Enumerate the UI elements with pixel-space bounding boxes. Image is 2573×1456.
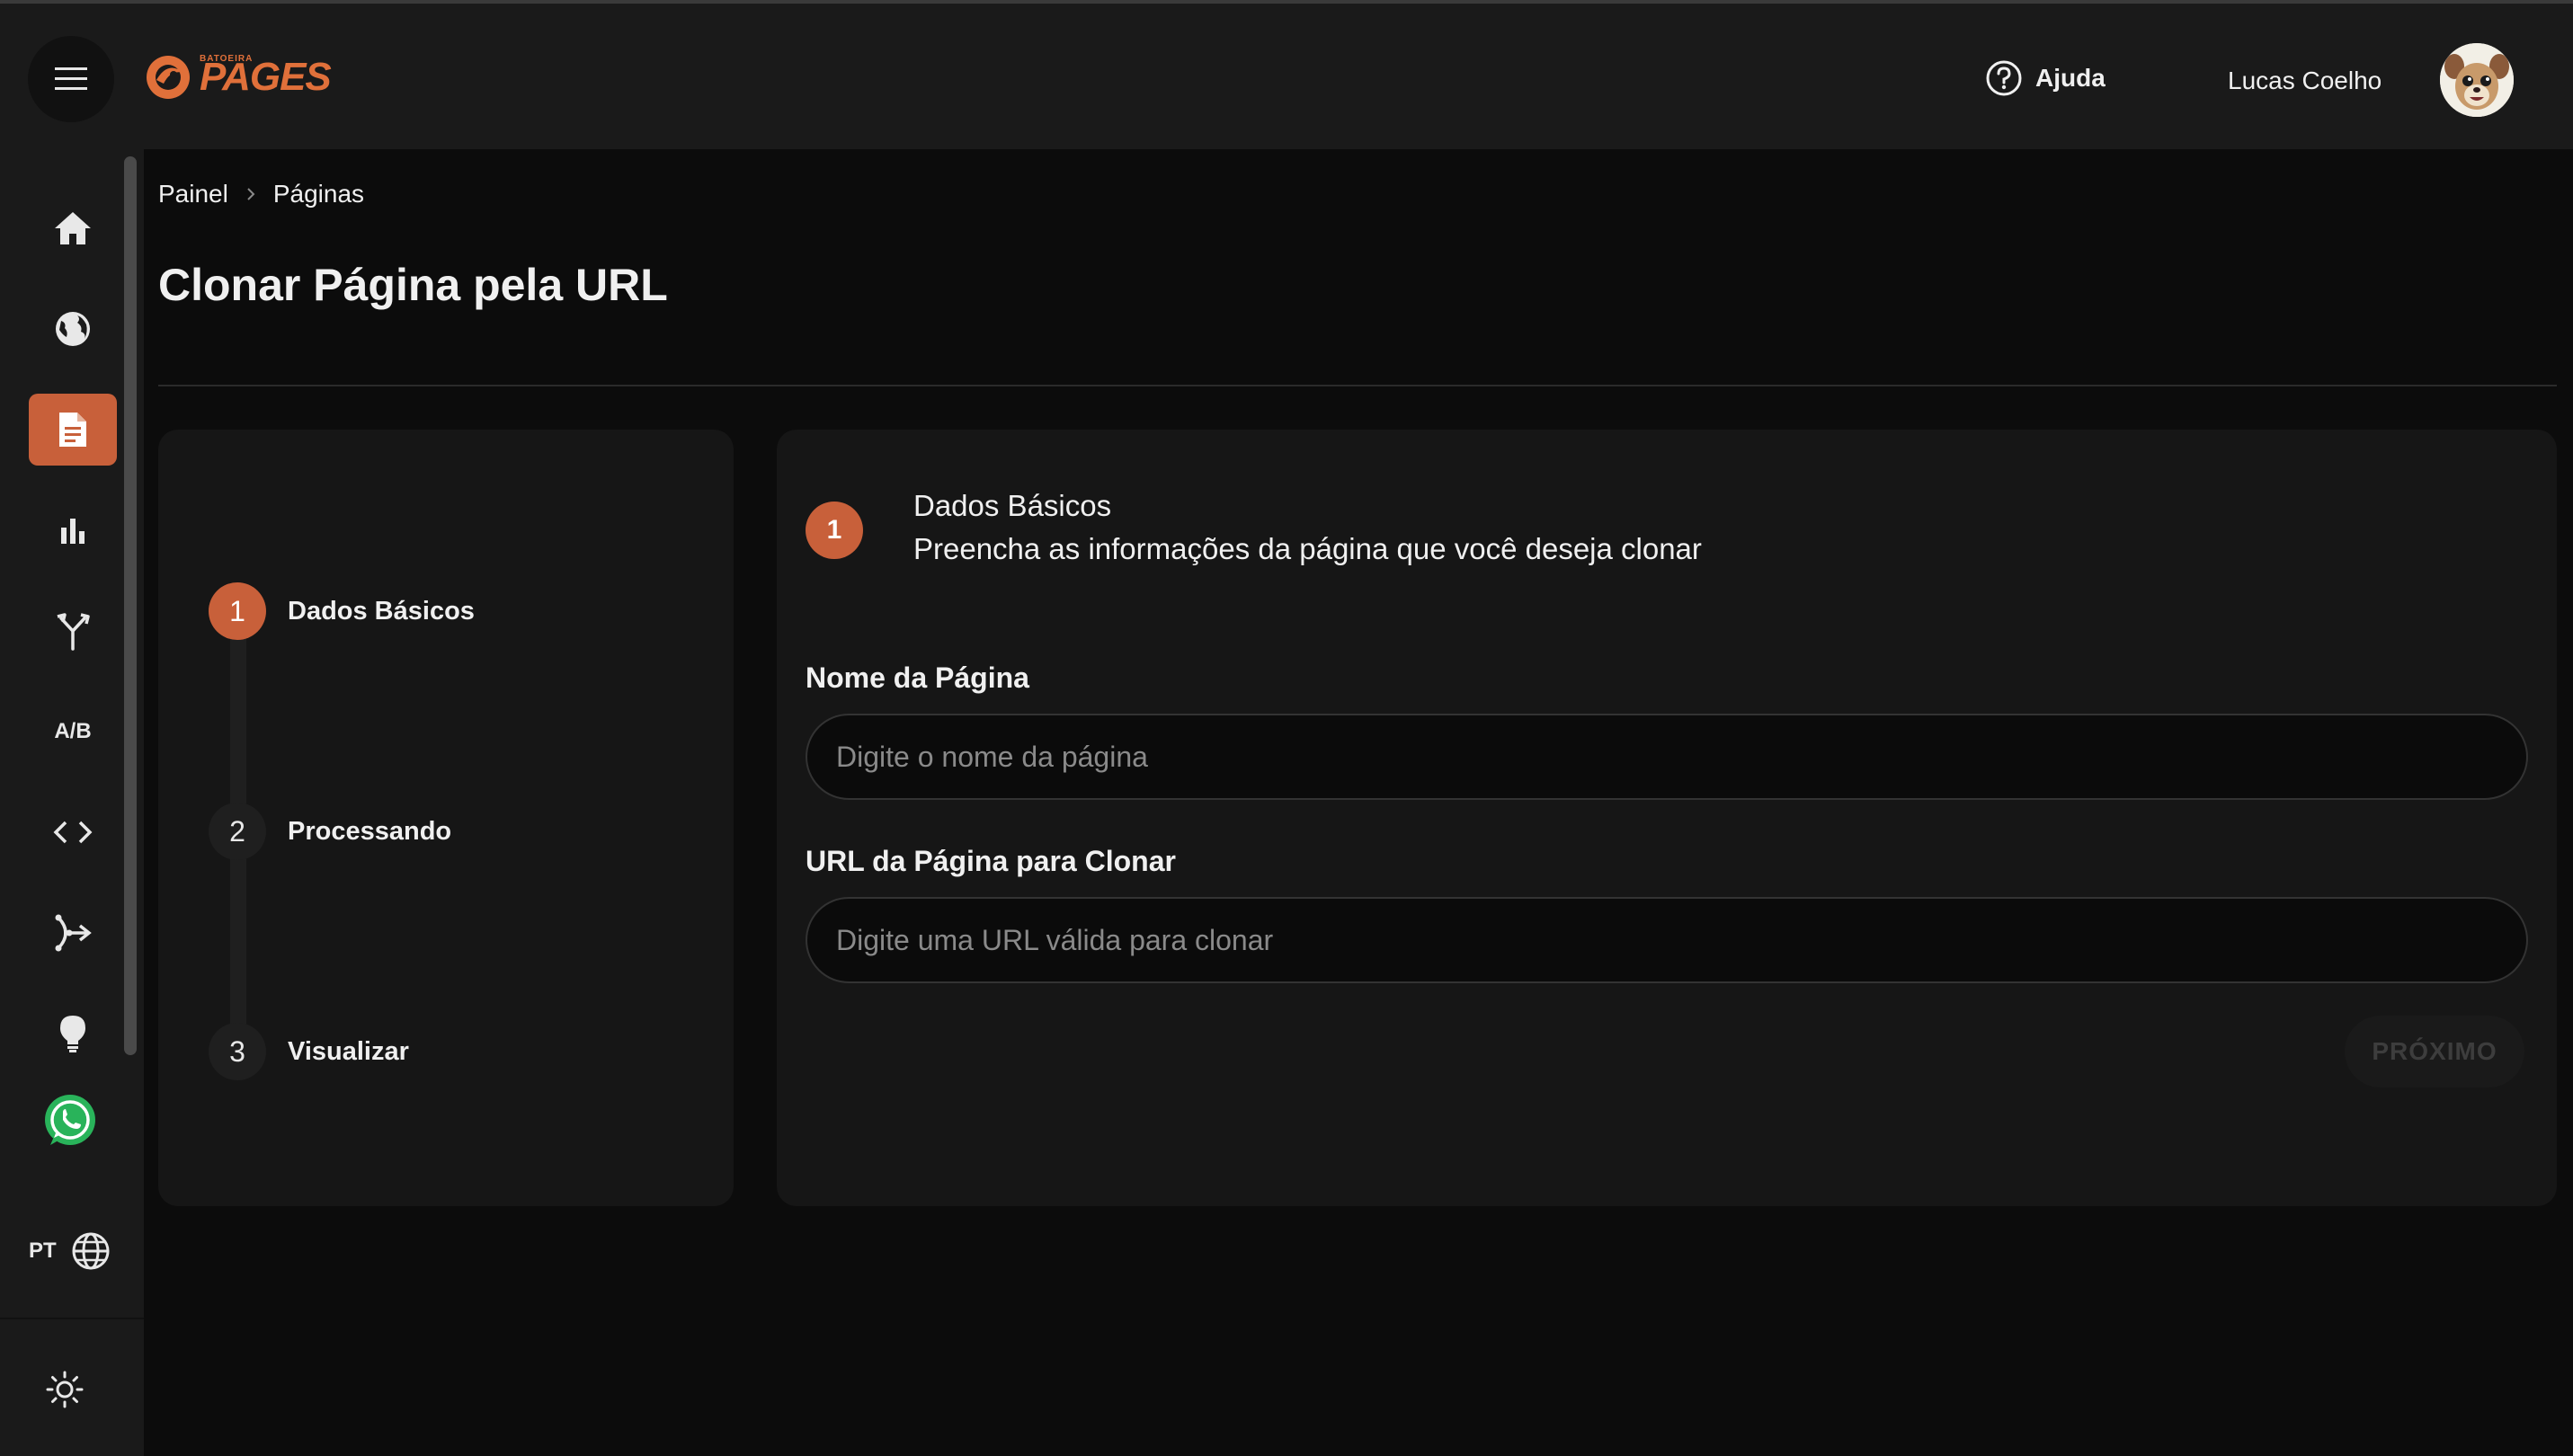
webhook-icon: [55, 914, 92, 952]
language-selector[interactable]: PT: [29, 1231, 111, 1271]
sidebar-item-domains[interactable]: [29, 293, 117, 365]
code-icon: [53, 821, 93, 844]
sidebar-item-ab-tests[interactable]: A/B: [29, 696, 117, 768]
sidebar: A/B PT: [0, 149, 144, 1456]
hamburger-icon: [55, 67, 87, 90]
step-processando[interactable]: 2 Processando: [209, 803, 451, 860]
sidebar-item-analytics[interactable]: [29, 494, 117, 566]
form-step-title: Dados Básicos: [913, 489, 1112, 522]
step-number: 1: [209, 582, 266, 640]
sidebar-item-home[interactable]: [29, 192, 117, 264]
home-icon: [55, 212, 91, 244]
form-step-description: Preencha as informações da página que vo…: [913, 532, 1702, 565]
help-label: Ajuda: [2035, 64, 2106, 92]
ab-test-label: A/B: [54, 719, 92, 743]
sidebar-item-ideas[interactable]: [29, 998, 117, 1070]
step-number: 3: [209, 1023, 266, 1080]
document-icon: [59, 413, 86, 447]
stepper-card: 1 Dados Básicos 2 Processando 3 Visualiz…: [158, 430, 734, 1206]
user-name[interactable]: Lucas Coelho: [2228, 67, 2382, 95]
step-visualizar[interactable]: 3 Visualizar: [209, 1023, 409, 1080]
logo-small-text: BATOEIRA: [200, 54, 254, 64]
step-label: Dados Básicos: [288, 596, 475, 626]
step-number: 2: [209, 803, 266, 860]
logo-mark-icon: [147, 56, 190, 99]
logo[interactable]: BATOEIRA PAGES: [144, 50, 332, 104]
next-button[interactable]: PRÓXIMO: [2345, 1016, 2524, 1088]
sidebar-item-whatsapp[interactable]: [27, 1086, 113, 1158]
clone-url-input[interactable]: [806, 897, 2528, 983]
chevron-right-icon: [247, 188, 255, 200]
sidebar-item-scripts[interactable]: [29, 796, 117, 868]
menu-button[interactable]: [28, 36, 114, 122]
breadcrumb: Painel Páginas: [158, 180, 364, 209]
page-name-label: Nome da Página: [806, 661, 1029, 694]
avatar-image: [2440, 43, 2514, 117]
step-dados-basicos[interactable]: 1 Dados Básicos: [209, 582, 475, 640]
step-label: Processando: [288, 816, 452, 846]
lightbulb-icon: [60, 1016, 85, 1052]
bar-chart-icon: [61, 519, 85, 544]
sidebar-item-funnels[interactable]: [29, 595, 117, 667]
form-step-badge: 1: [806, 502, 863, 559]
clone-url-label: URL da Página para Clonar: [806, 845, 1176, 877]
split-icon: [57, 613, 90, 651]
help-circle-icon: [1986, 60, 2022, 96]
avatar[interactable]: [2440, 43, 2514, 117]
whatsapp-icon: [45, 1095, 95, 1145]
globe-outline-icon: [72, 1232, 110, 1270]
sidebar-scrollbar[interactable]: [124, 156, 137, 1055]
breadcrumb-item-paginas[interactable]: Páginas: [273, 180, 364, 209]
step-label: Visualizar: [288, 1036, 409, 1066]
theme-toggle-button[interactable]: [45, 1370, 85, 1414]
breadcrumb-item-painel[interactable]: Painel: [158, 180, 228, 209]
top-bar: BATOEIRA PAGES Ajuda Lucas Coelho: [0, 0, 2573, 149]
sun-icon: [46, 1371, 84, 1408]
help-button[interactable]: Ajuda: [1985, 59, 2106, 97]
header-divider: [158, 385, 2557, 386]
sidebar-item-pages[interactable]: [29, 394, 117, 466]
sidebar-divider: [0, 1318, 144, 1319]
language-code: PT: [29, 1238, 57, 1263]
app-root: BATOEIRA PAGES Ajuda Lucas Coelho A/B PT…: [0, 0, 2573, 1456]
form-card: 1 Dados Básicos Preencha as informações …: [777, 430, 2557, 1206]
sidebar-item-integrations[interactable]: [29, 897, 117, 969]
page-name-input[interactable]: [806, 714, 2528, 800]
page-title: Clonar Página pela URL: [158, 260, 668, 310]
globe-icon: [56, 312, 90, 346]
